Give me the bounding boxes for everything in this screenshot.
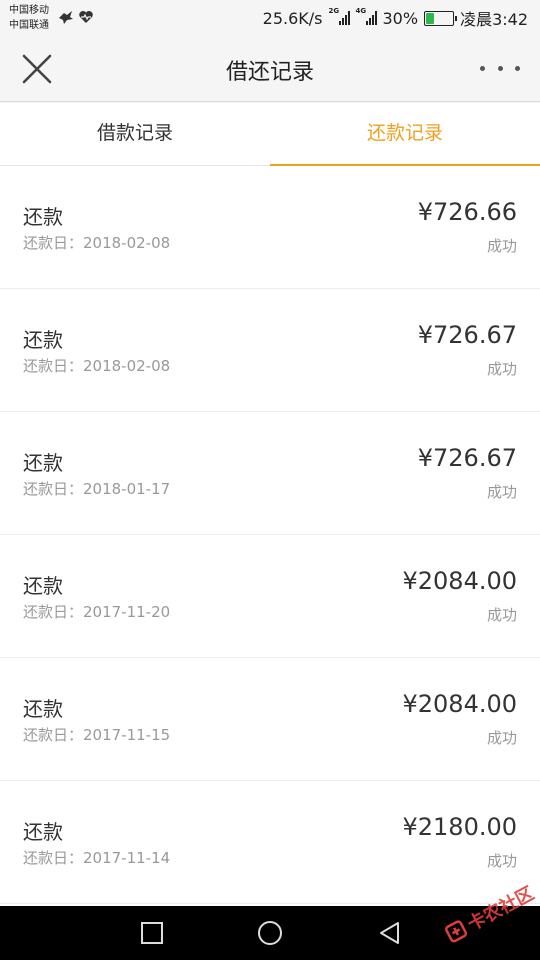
more-dot-icon — [480, 65, 485, 71]
carrier-2: 中国联通 — [9, 20, 49, 31]
list-item[interactable]: 还款 还款日：2017-11-14 ¥2180.00 成功 — [0, 781, 540, 904]
record-type: 还款 — [23, 574, 63, 598]
record-amount: ¥2180.00 — [402, 813, 517, 841]
list-item[interactable]: 还款 还款日：2018-02-08 ¥726.66 成功 — [0, 166, 540, 289]
record-amount: ¥726.66 — [417, 198, 517, 226]
record-type: 还款 — [23, 820, 63, 844]
record-status: 成功 — [486, 852, 517, 870]
record-type: 还款 — [23, 451, 63, 475]
repayment-list[interactable]: 还款 还款日：2018-02-08 ¥726.66 成功 还款 还款日：2018… — [0, 166, 540, 906]
list-item[interactable]: 还款 还款日：2018-01-17 ¥726.67 成功 — [0, 412, 540, 535]
record-date: 还款日：2018-02-08 — [23, 357, 171, 375]
back-triangle-icon — [380, 922, 399, 944]
list-item[interactable]: 还款 还款日：2018-02-08 ¥726.67 成功 — [0, 289, 540, 412]
more-button[interactable] — [480, 60, 520, 76]
back-button[interactable] — [375, 918, 405, 948]
record-status: 成功 — [486, 729, 517, 747]
battery-icon — [424, 10, 458, 26]
record-amount: ¥726.67 — [417, 321, 517, 349]
tab-borrow-records[interactable]: 借款记录 — [0, 103, 270, 165]
record-date: 还款日：2017-11-15 — [23, 726, 171, 744]
record-status: 成功 — [486, 606, 517, 624]
battery-fill — [426, 12, 434, 24]
record-date: 还款日：2017-11-20 — [23, 603, 171, 621]
record-status: 成功 — [486, 483, 517, 501]
bird-icon — [59, 11, 73, 24]
more-dot-icon — [515, 65, 520, 71]
signal-2g-label: 2G — [328, 7, 340, 15]
app-header: 借还记录 — [0, 36, 540, 102]
list-item[interactable]: 还款 还款日：2017-11-20 ¥2084.00 成功 — [0, 535, 540, 658]
record-date: 还款日：2017-11-14 — [23, 849, 171, 867]
heart-rate-icon — [79, 11, 93, 23]
record-amount: ¥726.67 — [417, 444, 517, 472]
record-tabs: 借款记录 还款记录 — [0, 103, 540, 166]
signal-4g-icon: 4G — [356, 7, 377, 25]
clock: 凌晨3:42 — [460, 10, 528, 29]
status-bar: 中国移动 中国联通 25.6K/s 2G 4G 30% 凌晨3:42 — [0, 0, 540, 36]
record-amount: ¥2084.00 — [402, 567, 517, 595]
square-icon — [141, 922, 163, 944]
carrier-names: 中国移动 中国联通 — [9, 3, 49, 33]
battery-percent: 30% — [382, 8, 419, 28]
signal-4g-label: 4G — [355, 7, 367, 15]
record-date: 还款日：2018-01-17 — [23, 480, 171, 498]
more-dot-icon — [497, 65, 503, 71]
record-type: 还款 — [23, 697, 63, 721]
status-right: 25.6K/s 2G 4G 30% 凌晨3:42 — [263, 7, 528, 29]
record-status: 成功 — [486, 360, 517, 378]
net-speed: 25.6K/s — [262, 8, 323, 28]
record-amount: ¥2084.00 — [402, 690, 517, 718]
list-item[interactable]: 还款 还款日：2017-11-15 ¥2084.00 成功 — [0, 658, 540, 781]
tab-repay-records[interactable]: 还款记录 — [270, 103, 540, 166]
circle-icon — [258, 921, 282, 945]
notification-icons — [58, 9, 94, 25]
page-title: 借还记录 — [225, 60, 314, 85]
carrier-1: 中国移动 — [9, 5, 49, 16]
record-type: 还款 — [23, 205, 63, 229]
record-date: 还款日：2018-02-08 — [23, 234, 171, 252]
record-type: 还款 — [23, 328, 63, 352]
recent-apps-button[interactable] — [137, 918, 167, 948]
record-status: 成功 — [486, 237, 517, 255]
home-button[interactable] — [255, 918, 285, 948]
signal-2g-icon: 2G — [329, 7, 350, 25]
